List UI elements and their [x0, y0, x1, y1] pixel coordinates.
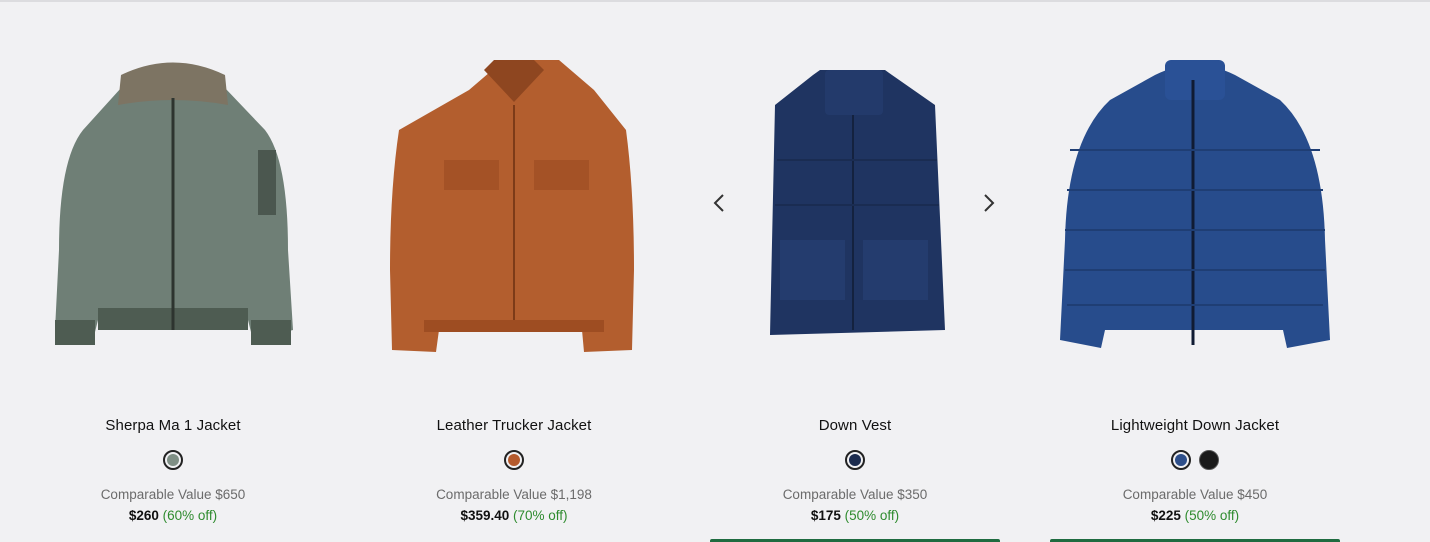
carousel-next-button[interactable] — [977, 190, 1001, 216]
product-name[interactable]: Sherpa Ma 1 Jacket — [3, 417, 343, 434]
discount-label: (70% off) — [513, 508, 568, 523]
price-line: $225 (50% off) — [1025, 508, 1365, 523]
comparable-value: Comparable Value $350 — [782, 487, 928, 502]
product-card[interactable]: Down Vest Comparable Value $350 $175 (50… — [685, 0, 1025, 542]
comparable-value: Comparable Value $650 — [100, 487, 246, 502]
carousel-prev-button[interactable] — [707, 190, 731, 216]
chevron-right-icon — [984, 194, 995, 212]
discount-label: (60% off) — [162, 508, 218, 523]
sale-price: $225 — [1150, 508, 1181, 523]
product-image[interactable] — [685, 30, 1025, 380]
product-name[interactable]: Leather Trucker Jacket — [344, 417, 684, 434]
color-swatches — [685, 450, 1025, 470]
discount-label: (50% off) — [1184, 508, 1240, 523]
color-swatch[interactable] — [1171, 450, 1191, 470]
price-line: $260 (60% off) — [3, 508, 343, 523]
comparable-value: Comparable Value $1,198 — [436, 487, 592, 502]
color-swatches — [1025, 450, 1365, 470]
product-name[interactable]: Lightweight Down Jacket — [1025, 417, 1365, 434]
sale-price: $260 — [128, 508, 159, 523]
product-card[interactable]: Leather Trucker Jacket Comparable Value … — [344, 0, 684, 542]
color-swatch[interactable] — [845, 450, 865, 470]
color-swatch[interactable] — [1199, 450, 1219, 470]
color-swatches — [344, 450, 684, 470]
product-card[interactable]: Sherpa Ma 1 Jacket Comparable Value $650… — [3, 0, 343, 542]
color-swatch[interactable] — [163, 450, 183, 470]
comparable-value: Comparable Value $450 — [1122, 487, 1268, 502]
price-line: $359.40 (70% off) — [344, 508, 684, 523]
product-image[interactable] — [3, 30, 343, 380]
price-line: $175 (50% off) — [685, 508, 1025, 523]
sale-price: $175 — [810, 508, 841, 523]
chevron-left-icon — [713, 194, 724, 212]
product-name[interactable]: Down Vest — [685, 417, 1025, 434]
product-image[interactable] — [344, 30, 684, 380]
sale-price: $359.40 — [460, 508, 510, 523]
color-swatch[interactable] — [504, 450, 524, 470]
product-card[interactable]: Lightweight Down Jacket Comparable Value… — [1025, 0, 1365, 542]
color-swatches — [3, 450, 343, 470]
product-image[interactable] — [1025, 30, 1365, 380]
discount-label: (50% off) — [844, 508, 900, 523]
